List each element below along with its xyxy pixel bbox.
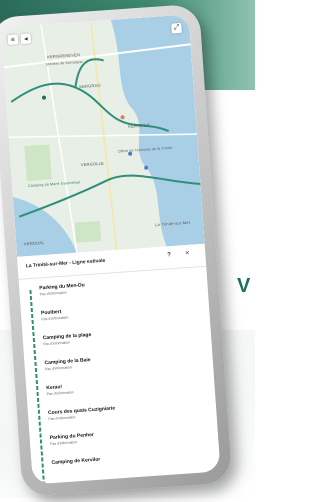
chevron-left-icon[interactable]: ◂ xyxy=(20,33,32,45)
phone-screen: ≡ ◂ ⤢ KERGRENEVEN Stèdem de Kernarpar KE… xyxy=(1,14,221,485)
expand-icon[interactable]: ⤢ xyxy=(171,22,182,34)
stop-item[interactable]: Camping de Kervilor xyxy=(51,457,100,467)
stop-item[interactable]: Camping de la Baie Pas d'information xyxy=(44,357,91,371)
stop-item[interactable]: Kerau! Pas d'information xyxy=(46,383,74,396)
phone-mockup: ≡ ◂ ⤢ KERGRENEVEN Stèdem de Kernarpar KE… xyxy=(0,3,243,502)
close-button[interactable]: × xyxy=(185,250,190,257)
stop-name: Camping de Kervilor xyxy=(51,456,101,467)
stop-item[interactable]: Cours des quais Cuzigniarie Pas d'inform… xyxy=(48,405,116,421)
route-panel: La Trinité-sur-Mer - Ligne estivale ? × … xyxy=(17,243,221,485)
stop-info: Pas d'information xyxy=(41,315,69,322)
stop-item[interactable]: Camping de la plage Pas d'information xyxy=(43,332,92,346)
stop-item[interactable]: Parking du Penher Pas d'information xyxy=(50,432,95,446)
panel-title: La Trinité-sur-Mer - Ligne estivale xyxy=(25,257,106,270)
stop-info: Pas d'information xyxy=(46,390,74,397)
stop-item[interactable]: Parking du Men-Du Pas d'information xyxy=(39,282,85,296)
hamburger-icon[interactable]: ≡ xyxy=(7,34,19,46)
background-text: V xyxy=(237,275,251,297)
stop-list: Parking du Men-Du Pas d'information Poul… xyxy=(27,274,211,485)
map-view[interactable]: ≡ ◂ ⤢ KERGRENEVEN Stèdem de Kernarpar KE… xyxy=(1,14,205,257)
stop-item[interactable]: Poulbert Pas d'information xyxy=(41,309,69,322)
help-button[interactable]: ? xyxy=(167,252,171,258)
